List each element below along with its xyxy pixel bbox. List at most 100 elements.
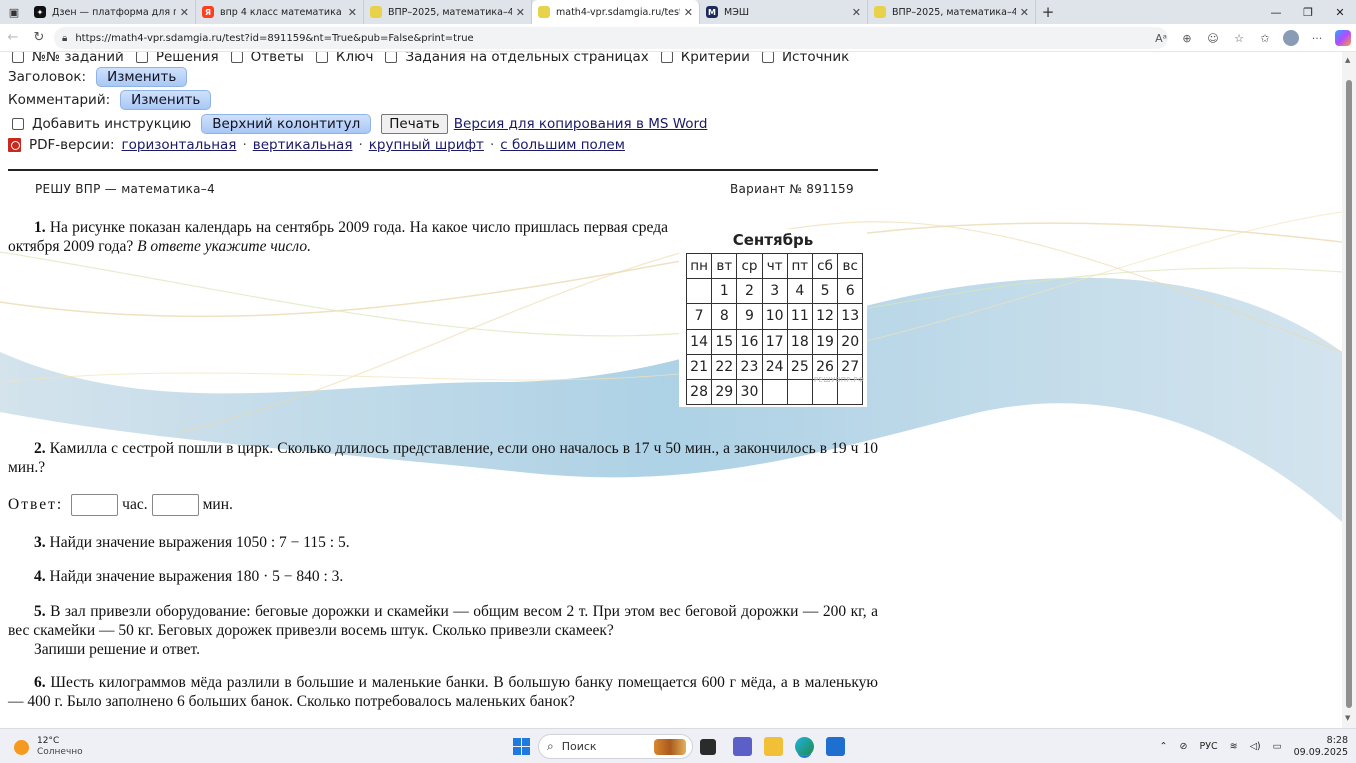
- checkbox-label: Источник: [781, 52, 850, 65]
- browser-tab[interactable]: ВПР–2025, математика–4: задан ✕: [364, 0, 532, 24]
- comment-change-button[interactable]: Изменить: [120, 90, 212, 110]
- copilot-icon[interactable]: [1335, 30, 1351, 46]
- tab-favicon-icon: [538, 6, 550, 18]
- site-info-icon[interactable]: 🔒︎: [62, 33, 67, 44]
- read-aloud-icon[interactable]: Aᵃ: [1148, 27, 1174, 49]
- task-text: Найди значение выражения 1050 : 7 − 115 …: [49, 534, 350, 551]
- checkbox-label: Ключ: [335, 52, 374, 65]
- day-cell: 29: [711, 378, 738, 406]
- pdf-version-link[interactable]: горизонтальная: [122, 137, 237, 153]
- task-number: 5.: [34, 603, 46, 620]
- day-cell: 7: [685, 303, 713, 330]
- word-version-link[interactable]: Версия для копирования в MS Word: [454, 116, 708, 132]
- url-text: https://math4-vpr.sdamgia.ru/test?id=891…: [75, 32, 474, 44]
- checkbox-label: Ответы: [250, 52, 304, 65]
- scrollbar-thumb[interactable]: [1346, 80, 1352, 708]
- start-icon[interactable]: [513, 738, 530, 755]
- day-cell: 5: [811, 278, 839, 305]
- tab-close-icon[interactable]: ✕: [180, 6, 189, 19]
- tray-chevron-icon[interactable]: ⌃: [1160, 741, 1168, 752]
- browser-tab[interactable]: ВПР–2025, математика–4: задан ✕: [868, 0, 1036, 24]
- checkbox-label: №№ заданий: [32, 52, 124, 65]
- browser-tab[interactable]: ✦ Дзен — платформа для просмо ✕: [28, 0, 196, 24]
- task-view-icon[interactable]: [700, 739, 716, 755]
- wifi-icon[interactable]: ≋: [1230, 741, 1238, 752]
- edge-icon[interactable]: [795, 737, 814, 756]
- task-1: 1. На рисунке показан календарь на сентя…: [8, 218, 668, 256]
- minimize-icon[interactable]: —: [1260, 0, 1292, 24]
- tab-title: ВПР–2025, математика–4: задан: [892, 6, 1016, 18]
- address-bar[interactable]: 🔒︎ https://math4-vpr.sdamgia.ru/test?id=…: [54, 27, 1168, 49]
- option-checkbox-item[interactable]: Ответы: [230, 52, 304, 65]
- favorite-star-icon[interactable]: ☆: [1226, 27, 1252, 49]
- network-status-icon[interactable]: ⊘: [1180, 741, 1188, 752]
- reload-icon[interactable]: ↻: [26, 25, 52, 51]
- zoom-icon[interactable]: ⊕: [1174, 27, 1200, 49]
- scroll-down-icon[interactable]: ▼: [1345, 714, 1350, 722]
- language-indicator[interactable]: РУС: [1199, 741, 1217, 752]
- file-explorer-icon[interactable]: [764, 737, 783, 756]
- store-icon[interactable]: [826, 737, 845, 756]
- volume-icon[interactable]: ◁): [1250, 741, 1261, 752]
- checkbox[interactable]: [12, 52, 24, 63]
- teams-icon[interactable]: [733, 737, 752, 756]
- weekday-cell: сб: [811, 252, 839, 280]
- option-checkbox-item[interactable]: Источник: [761, 52, 850, 65]
- tab-close-icon[interactable]: ✕: [516, 6, 525, 19]
- watermark: РЕШУВПР.РФ: [814, 376, 865, 384]
- maximize-icon[interactable]: ❐: [1292, 0, 1324, 24]
- minutes-input[interactable]: [151, 494, 199, 516]
- tab-close-icon[interactable]: ✕: [684, 6, 693, 19]
- day-cell: 25: [786, 353, 813, 380]
- tab-close-icon[interactable]: ✕: [1020, 6, 1029, 19]
- taskbar-search[interactable]: ⌕ Поиск: [538, 734, 693, 759]
- option-checkbox-item[interactable]: Задания на отдельных страницах: [385, 52, 649, 65]
- option-checkbox-item[interactable]: Критерии: [660, 52, 750, 65]
- weather-widget[interactable]: 12°C Солнечно: [14, 736, 83, 758]
- favorites-icon[interactable]: ✩: [1252, 27, 1278, 49]
- checkbox[interactable]: [230, 52, 243, 63]
- option-checkbox-item[interactable]: Ключ: [315, 52, 374, 65]
- pdf-version-link[interactable]: крупный шрифт: [369, 137, 484, 153]
- weekday-cell: ср: [736, 252, 763, 280]
- checkbox[interactable]: [761, 52, 774, 63]
- close-window-icon[interactable]: ✕: [1324, 0, 1356, 24]
- extensions-icon[interactable]: ☺: [1200, 27, 1226, 49]
- colontitle-button[interactable]: Верхний колонтитул: [201, 114, 372, 134]
- checkbox[interactable]: [660, 52, 673, 63]
- tab-favicon-icon: ✦: [34, 6, 46, 18]
- checkbox[interactable]: [315, 52, 328, 63]
- print-button[interactable]: Печать: [381, 114, 448, 134]
- calendar-image: Сентябрь пн вт ср чт пт сб вс 1 2 3 4 5 6 7 8 9 10 11 12 13…: [679, 229, 867, 407]
- divider: [8, 169, 878, 171]
- task-text: На рисунке показан календарь на сентябрь…: [8, 219, 668, 255]
- tab-favicon-icon: [370, 6, 382, 18]
- instruction-checkbox[interactable]: [12, 118, 24, 130]
- scroll-up-icon[interactable]: ▲: [1345, 56, 1350, 64]
- day-cell: 14: [685, 328, 713, 355]
- header-change-button[interactable]: Изменить: [96, 67, 188, 87]
- pdf-version-link[interactable]: вертикальная: [253, 137, 353, 153]
- battery-icon[interactable]: ▭: [1273, 741, 1282, 752]
- more-icon[interactable]: ···: [1304, 27, 1330, 49]
- pdf-version-link[interactable]: с большим полем: [500, 137, 625, 153]
- tab-actions-icon[interactable]: ▣: [0, 0, 28, 24]
- option-checkbox-item[interactable]: Решения: [135, 52, 219, 65]
- back-icon[interactable]: ←: [0, 25, 26, 51]
- checkbox[interactable]: [385, 52, 398, 63]
- browser-tab[interactable]: math4-vpr.sdamgia.ru/test?id=89 ✕: [532, 0, 700, 24]
- day-cell: 23: [736, 353, 763, 380]
- vertical-scrollbar[interactable]: ▲ ▼: [1342, 52, 1356, 728]
- browser-tab[interactable]: M МЭШ ✕: [700, 0, 868, 24]
- tab-close-icon[interactable]: ✕: [348, 6, 357, 19]
- task-subtext: Запиши решение и ответ.: [34, 641, 201, 658]
- profile-avatar[interactable]: [1283, 30, 1299, 46]
- option-checkbox-item[interactable]: №№ заданий: [12, 52, 124, 65]
- tab-close-icon[interactable]: ✕: [852, 6, 861, 19]
- hours-input[interactable]: [71, 494, 119, 516]
- checkbox[interactable]: [135, 52, 148, 63]
- clock[interactable]: 8:28 09.09.2025: [1294, 735, 1348, 759]
- browser-tab[interactable]: Явпр 4 класс математика — Янд ✕: [196, 0, 364, 24]
- new-tab-button[interactable]: +: [1036, 0, 1060, 24]
- day-cell: 28: [685, 378, 713, 406]
